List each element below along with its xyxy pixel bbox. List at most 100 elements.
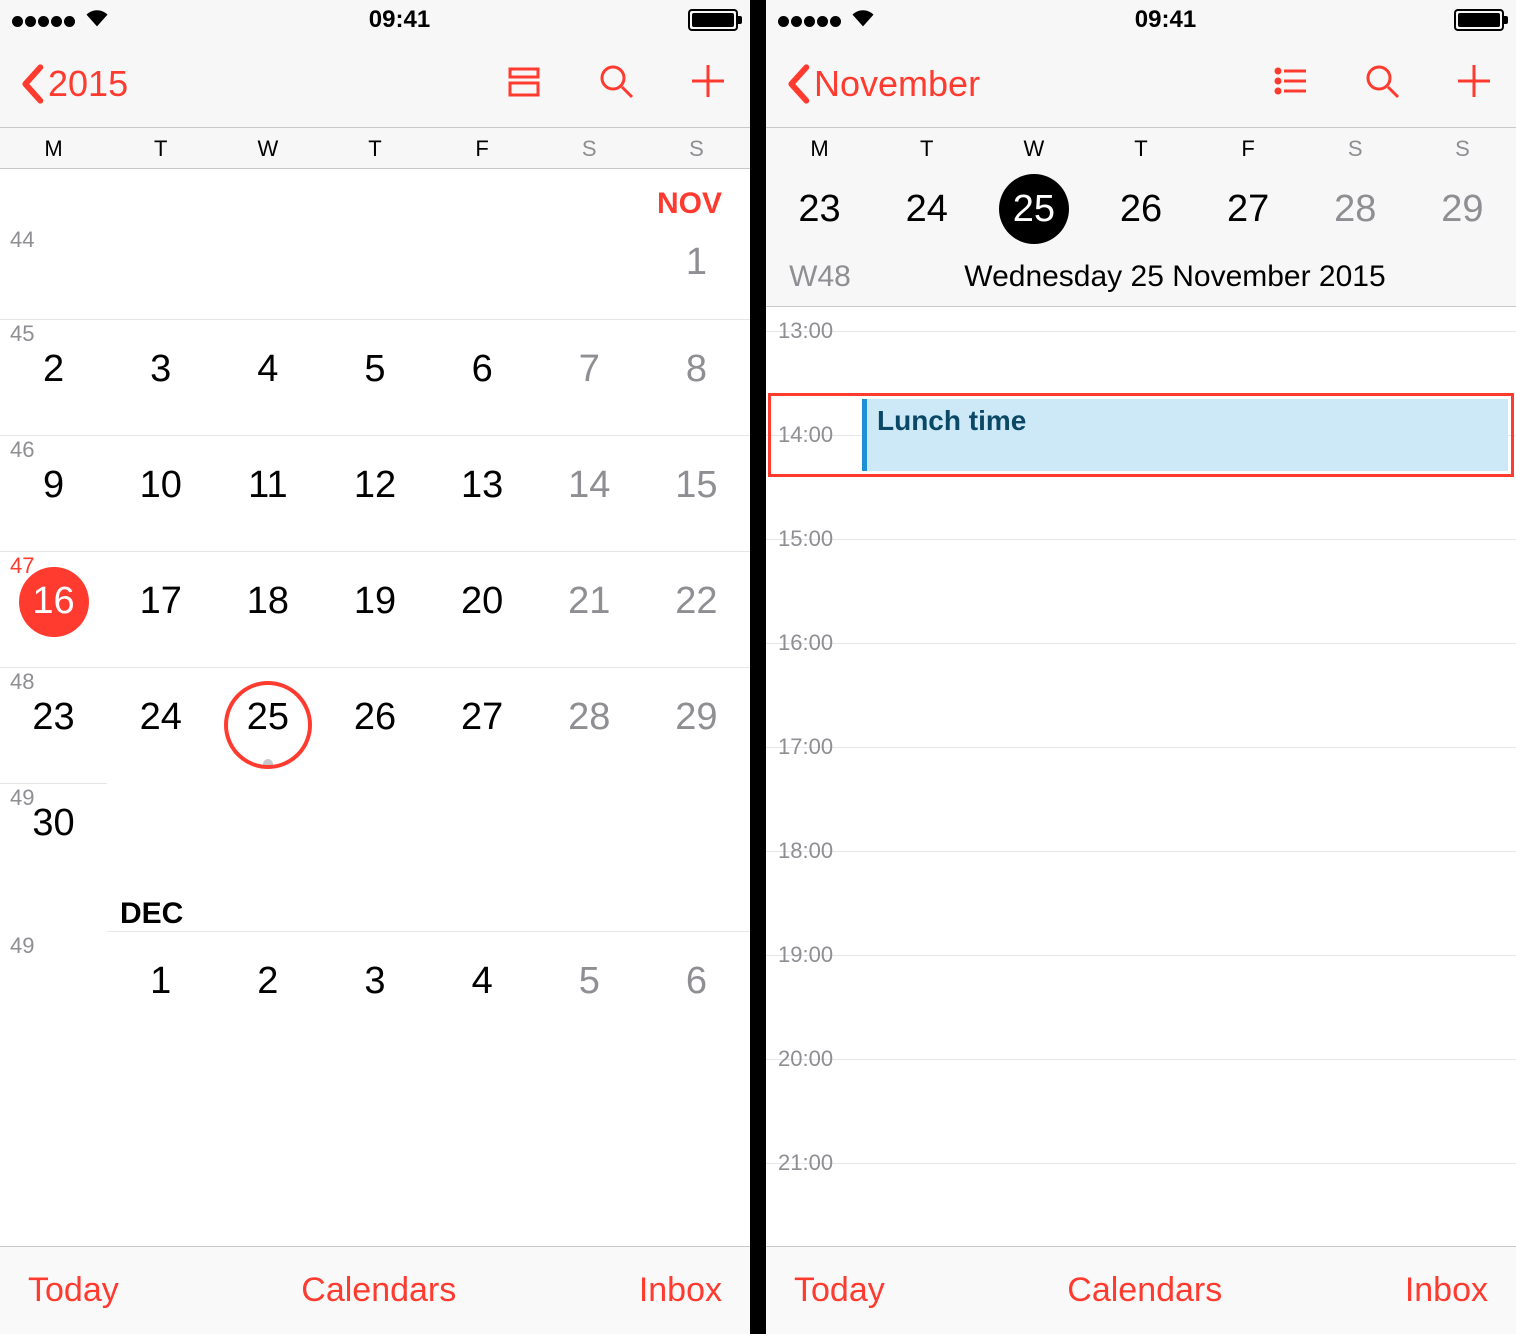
hour-label: 14:00: [778, 422, 858, 448]
day-cell[interactable]: 4: [214, 319, 321, 435]
day-cell[interactable]: 4: [429, 931, 536, 1047]
day-cell[interactable]: 9: [0, 435, 107, 551]
day-cell[interactable]: 1: [643, 223, 750, 319]
day-cell[interactable]: 15: [643, 435, 750, 551]
date-line: W48 Wednesday 25 November 2015: [766, 254, 1516, 307]
day-cell[interactable]: 28: [536, 667, 643, 783]
day-cell[interactable]: 13: [429, 435, 536, 551]
today-button[interactable]: Today: [28, 1271, 119, 1310]
day-cell[interactable]: [0, 223, 107, 319]
day-cell[interactable]: [214, 223, 321, 319]
day-cell[interactable]: [321, 783, 428, 879]
status-time: 09:41: [369, 6, 430, 34]
weekday-col: T: [321, 136, 428, 162]
inbox-button[interactable]: Inbox: [639, 1271, 722, 1310]
weekday-col: S: [643, 136, 750, 162]
week-day[interactable]: 24: [873, 188, 980, 231]
search-icon[interactable]: [1360, 59, 1404, 108]
list-view-icon[interactable]: [1268, 59, 1312, 108]
day-cell[interactable]: [107, 223, 214, 319]
day-cell[interactable]: [107, 783, 214, 879]
day-cell[interactable]: 12: [321, 435, 428, 551]
day-cell[interactable]: [0, 931, 107, 1047]
day-cell[interactable]: 18: [214, 551, 321, 667]
weekday-col: S: [1302, 136, 1409, 162]
week-row: 48 23 24 25 26 27 28 29: [0, 667, 750, 783]
day-cell[interactable]: 26: [321, 667, 428, 783]
day-cell[interactable]: [429, 223, 536, 319]
hour-label: 13:00: [778, 318, 858, 344]
timeline[interactable]: 13:00 14:00 15:00 16:00 17:00 18:00 19:0…: [766, 307, 1516, 1307]
day-cell[interactable]: 2: [0, 319, 107, 435]
day-cell[interactable]: 22: [643, 551, 750, 667]
day-cell[interactable]: 17: [107, 551, 214, 667]
search-icon[interactable]: [594, 59, 638, 108]
day-cell[interactable]: 6: [429, 319, 536, 435]
week-row: 49 1 2 3 4 5 6: [0, 931, 750, 1047]
view-toggle-icon[interactable]: [502, 59, 546, 108]
day-cell[interactable]: 24: [107, 667, 214, 783]
add-icon[interactable]: [1452, 59, 1496, 108]
event-dot-icon: [263, 759, 273, 769]
day-cell[interactable]: 10: [107, 435, 214, 551]
day-cell[interactable]: 8: [643, 319, 750, 435]
day-cell[interactable]: 1: [107, 931, 214, 1047]
day-cell[interactable]: [214, 783, 321, 879]
week-day[interactable]: 27: [1195, 188, 1302, 231]
today-button[interactable]: Today: [794, 1271, 885, 1310]
day-cell[interactable]: [536, 223, 643, 319]
day-cell[interactable]: 3: [321, 931, 428, 1047]
day-cell[interactable]: 21: [536, 551, 643, 667]
back-label: 2015: [48, 63, 128, 105]
calendars-button[interactable]: Calendars: [301, 1271, 456, 1310]
hour-label: 16:00: [778, 630, 858, 656]
day-cell[interactable]: 27: [429, 667, 536, 783]
calendars-button[interactable]: Calendars: [1067, 1271, 1222, 1310]
hour-label: 21:00: [778, 1150, 858, 1176]
day-cell[interactable]: 11: [214, 435, 321, 551]
day-cell[interactable]: 30: [0, 783, 107, 879]
event-title: Lunch time: [877, 405, 1026, 436]
day-cell[interactable]: 3: [107, 319, 214, 435]
day-cell-today[interactable]: 16: [0, 551, 107, 667]
weekday-col: W: [214, 136, 321, 162]
week-strip: 23 24 25 26 27 28 29: [766, 168, 1516, 254]
day-cell[interactable]: [429, 783, 536, 879]
back-label: November: [814, 63, 980, 105]
hour-label: 19:00: [778, 942, 858, 968]
day-cell[interactable]: 5: [321, 319, 428, 435]
weekday-col: M: [766, 136, 873, 162]
day-cell[interactable]: 19: [321, 551, 428, 667]
day-cell[interactable]: [643, 783, 750, 879]
day-cell[interactable]: 7: [536, 319, 643, 435]
hour-label: 17:00: [778, 734, 858, 760]
back-button[interactable]: November: [786, 63, 980, 105]
week-day-selected[interactable]: 25: [980, 174, 1087, 244]
day-cell[interactable]: [536, 783, 643, 879]
day-cell[interactable]: 2: [214, 931, 321, 1047]
signal-dots-icon: [778, 6, 843, 34]
week-day[interactable]: 26: [1087, 188, 1194, 231]
day-cell-highlighted[interactable]: 25: [214, 667, 321, 783]
day-cell[interactable]: 20: [429, 551, 536, 667]
day-cell[interactable]: 6: [643, 931, 750, 1047]
calendar-event[interactable]: Lunch time: [862, 399, 1508, 471]
nav-bar: 2015: [0, 40, 750, 128]
weekday-col: F: [1195, 136, 1302, 162]
week-day[interactable]: 23: [766, 188, 873, 231]
inbox-button[interactable]: Inbox: [1405, 1271, 1488, 1310]
weekday-col: F: [429, 136, 536, 162]
nav-bar: November: [766, 40, 1516, 128]
back-button[interactable]: 2015: [20, 63, 128, 105]
day-cell[interactable]: [321, 223, 428, 319]
weekday-header: M T W T F S S: [0, 128, 750, 169]
week-day[interactable]: 28: [1302, 188, 1409, 231]
day-cell[interactable]: 29: [643, 667, 750, 783]
hour-label: 15:00: [778, 526, 858, 552]
add-icon[interactable]: [686, 59, 730, 108]
day-cell[interactable]: 14: [536, 435, 643, 551]
day-cell[interactable]: 5: [536, 931, 643, 1047]
week-day[interactable]: 29: [1409, 188, 1516, 231]
day-cell[interactable]: 23: [0, 667, 107, 783]
month-label: NOV: [0, 169, 750, 223]
